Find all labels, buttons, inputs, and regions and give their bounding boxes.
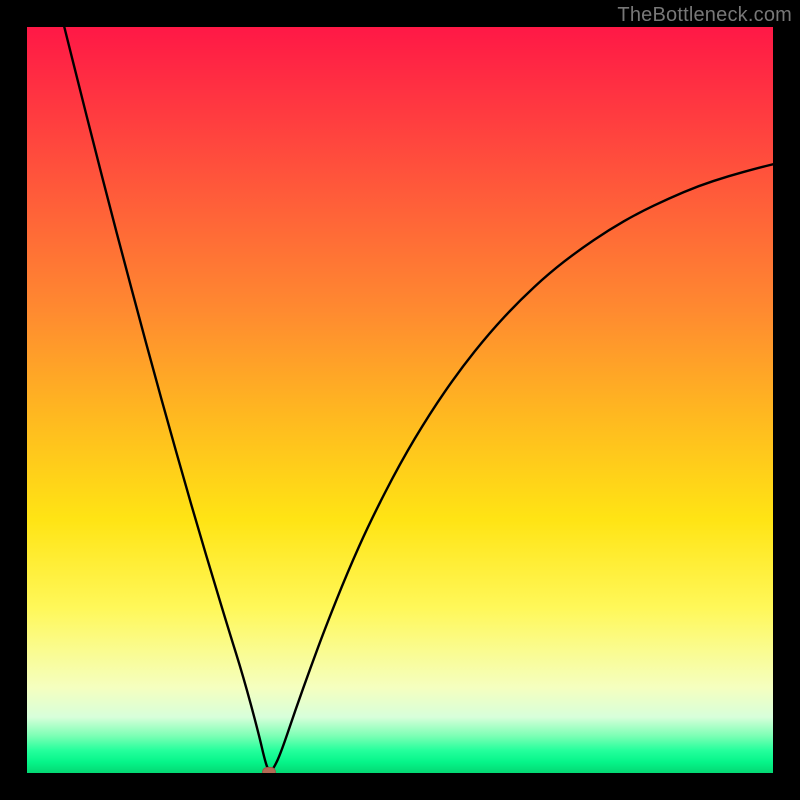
watermark-text: TheBottleneck.com [617,4,792,27]
chart-stage: TheBottleneck.com [0,0,800,800]
curve-svg [27,27,773,773]
bottleneck-curve-path [64,27,773,771]
plot-area [27,27,773,773]
min-point-marker [262,767,276,774]
